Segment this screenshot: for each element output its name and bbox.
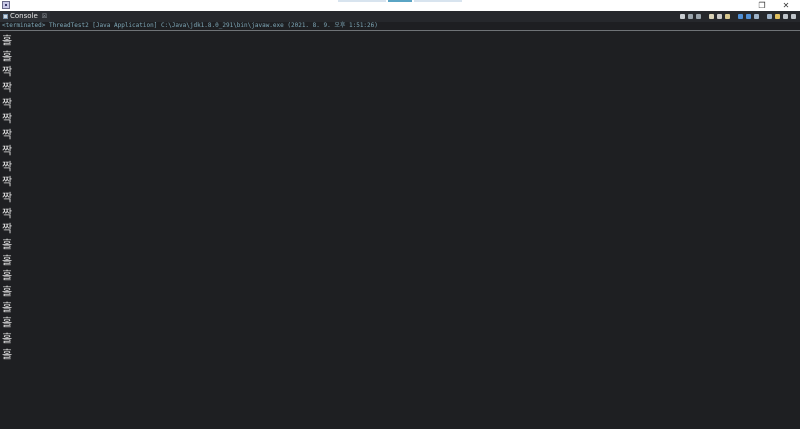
scroll-lock-icon[interactable]: [717, 14, 722, 19]
remove-all-icon[interactable]: [696, 14, 701, 19]
minimize-icon[interactable]: [783, 14, 788, 19]
console-line: 짝: [2, 128, 13, 142]
ide-window: ❐ ✕ Console ☒ <terminated> ThreadTest2 […: [0, 0, 800, 429]
remove-launch-icon[interactable]: [688, 14, 693, 19]
console-line: 짝: [2, 222, 13, 236]
process-status-line: <terminated> ThreadTest2 [Java Applicati…: [2, 22, 378, 29]
pin-console-icon[interactable]: [754, 14, 759, 19]
console-line: 짝: [2, 65, 13, 79]
tab-console-label: Console: [10, 12, 38, 20]
console-line: 짝: [2, 206, 13, 220]
console-line: 홀: [2, 332, 13, 346]
app-icon[interactable]: [2, 1, 10, 9]
display-console-icon[interactable]: [767, 14, 772, 19]
divider: [0, 30, 800, 31]
stop-icon[interactable]: [680, 14, 685, 19]
console-output[interactable]: 홀홀짝짝짝짝짝짝짝짝짝짝짝홀홀홀홀홀홀홀홀: [2, 33, 12, 362]
console-line: 홀: [2, 237, 13, 251]
tab-console[interactable]: Console ☒: [0, 11, 51, 22]
console-line: 짝: [2, 175, 13, 189]
console-line: 홀: [2, 269, 13, 283]
tab-close-icon[interactable]: ☒: [42, 11, 47, 22]
console-icon: [3, 14, 8, 19]
console-line: 홀: [2, 347, 13, 361]
title-bar: ❐ ✕: [0, 0, 800, 11]
console-toolbar: [680, 11, 796, 22]
console-line: 홀: [2, 34, 13, 47]
console-line: 홀: [2, 49, 13, 63]
console-line: 홀: [2, 300, 13, 314]
console-line: 짝: [2, 96, 13, 110]
console-line: 짝: [2, 190, 13, 204]
restore-button[interactable]: ❐: [752, 0, 772, 11]
show-stdout-icon[interactable]: [738, 14, 743, 19]
clear-console-icon[interactable]: [709, 14, 714, 19]
title-indicator: [338, 0, 386, 2]
show-stderr-icon[interactable]: [746, 14, 751, 19]
title-indicator-active: [388, 0, 412, 2]
close-window-button[interactable]: ✕: [776, 0, 796, 11]
word-wrap-icon[interactable]: [725, 14, 730, 19]
console-line: 홀: [2, 285, 13, 298]
console-line: 홀: [2, 253, 13, 267]
open-console-icon[interactable]: [775, 14, 780, 19]
console-line: 짝: [2, 143, 13, 157]
maximize-icon[interactable]: [791, 14, 796, 19]
console-line: 짝: [2, 112, 13, 126]
console-line: 홀: [2, 316, 13, 330]
console-line: 짝: [2, 159, 13, 173]
console-line: 짝: [2, 81, 13, 95]
title-indicator: [414, 0, 462, 2]
view-tab-bar: Console ☒: [0, 11, 800, 22]
